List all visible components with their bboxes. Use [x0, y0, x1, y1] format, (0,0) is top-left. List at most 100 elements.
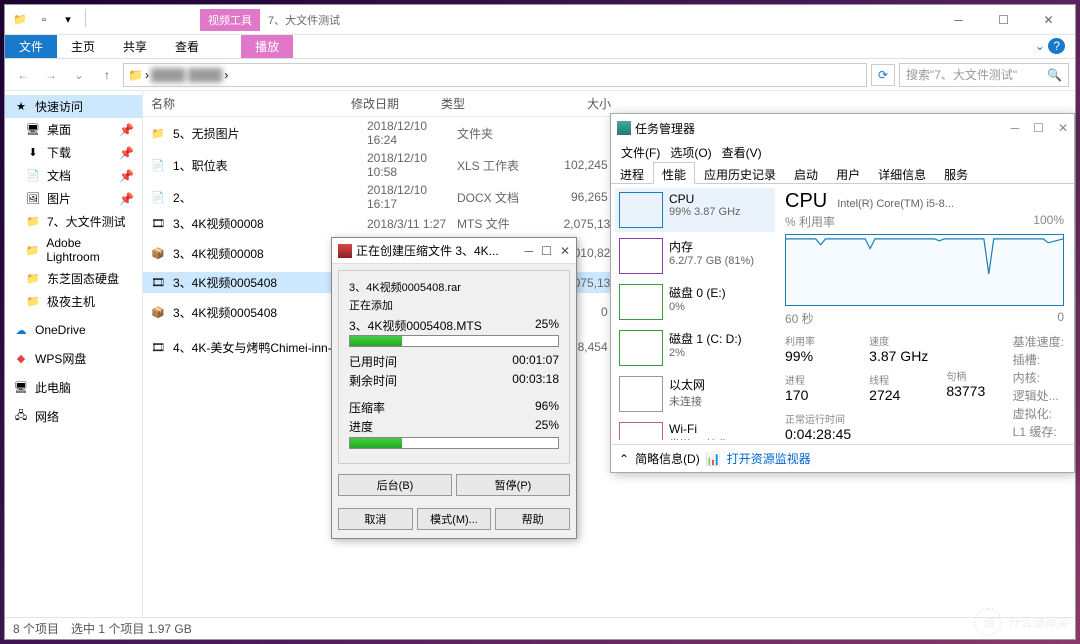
total-progress-bar: [349, 437, 559, 449]
sidebar-item[interactable]: 🖼图片📌: [5, 187, 142, 210]
col-name[interactable]: 名称: [151, 95, 351, 112]
sidebar-network[interactable]: 🖧网络: [5, 405, 142, 428]
background-button[interactable]: 后台(B): [338, 474, 452, 496]
sidebar-onedrive[interactable]: ☁OneDrive: [5, 319, 142, 341]
refresh-button[interactable]: ⟳: [871, 64, 895, 86]
sidebar-item[interactable]: ⬇下载📌: [5, 141, 142, 164]
menu-view[interactable]: 查看(V): [718, 142, 766, 162]
tab-processes[interactable]: 进程: [611, 162, 653, 183]
breadcrumb[interactable]: 📁 ›████ ████›: [123, 63, 867, 87]
ribbon: 文件 主页 共享 查看 播放 ⌄ ?: [5, 35, 1075, 59]
sidebar-wps[interactable]: ◆WPS网盘: [5, 347, 142, 370]
tab-file[interactable]: 文件: [5, 35, 57, 58]
col-type[interactable]: 类型: [441, 95, 531, 112]
tab-play[interactable]: 播放: [241, 35, 293, 58]
thread-count: 2724: [869, 387, 928, 403]
sidebar-item[interactable]: 📁Adobe Lightroom: [5, 233, 142, 267]
up-button[interactable]: ↑: [95, 63, 119, 87]
col-size[interactable]: 大小: [531, 95, 611, 112]
menu-file[interactable]: 文件(F): [617, 142, 664, 162]
sidebar-item[interactable]: 📁7、大文件测试: [5, 210, 142, 233]
mini-chart: [619, 422, 663, 440]
back-button[interactable]: ←: [11, 63, 35, 87]
sidebar-item[interactable]: 📁东芝固态硬盘: [5, 267, 142, 290]
uptime: 0:04:28:45: [785, 426, 851, 442]
cpu-chart: [785, 234, 1064, 306]
address-bar: ← → ⌄ ↑ 📁 ›████ ████› ⟳ 搜索"7、大文件测试" 🔍: [5, 59, 1075, 91]
status-bar: 8 个项目 选中 1 个项目 1.97 GB: [5, 617, 1075, 639]
brief-info-link[interactable]: 简略信息(D): [635, 450, 700, 467]
search-input[interactable]: 搜索"7、大文件测试" 🔍: [899, 63, 1069, 87]
handle-count: 83773: [946, 383, 985, 399]
maximize-button[interactable]: ☐: [1033, 121, 1044, 135]
item-count: 8 个项目: [13, 620, 59, 637]
window-title: 7、大文件测试: [268, 12, 340, 28]
tm-titlebar[interactable]: 任务管理器 ─ ☐ ✕: [611, 114, 1074, 142]
tab-share[interactable]: 共享: [109, 35, 161, 58]
tm-footer: ⌃ 简略信息(D) 📊 打开资源监视器: [611, 444, 1074, 472]
qat-btn[interactable]: ▫: [33, 9, 55, 31]
mini-chart: [619, 192, 663, 228]
dialog-titlebar[interactable]: 正在创建压缩文件 3、4K... ─ ☐ ✕: [332, 238, 576, 264]
mode-button[interactable]: 模式(M)...: [417, 508, 492, 530]
file-percent: 25%: [535, 317, 559, 334]
cpu-heading: CPU: [785, 190, 827, 213]
pause-button[interactable]: 暂停(P): [456, 474, 570, 496]
file-icon: 📁: [151, 127, 167, 140]
ribbon-context-tab[interactable]: 视频工具: [200, 9, 260, 31]
close-button[interactable]: ✕: [560, 244, 570, 258]
tab-details[interactable]: 详细信息: [869, 162, 935, 183]
winrar-dialog: 正在创建压缩文件 3、4K... ─ ☐ ✕ 3、4K视频0005408.rar…: [331, 237, 577, 539]
resource-card-eth[interactable]: 以太网未连接: [615, 372, 775, 416]
resource-card-wifi[interactable]: Wi-Fi发送: 0 接收: 0 Kbp: [615, 418, 775, 440]
file-icon: 🎞: [151, 341, 167, 354]
sidebar-thispc[interactable]: 🖥此电脑: [5, 376, 142, 399]
mini-chart: [619, 330, 663, 366]
resource-card-d1[interactable]: 磁盘 1 (C: D:)2%: [615, 326, 775, 370]
open-resource-monitor-link[interactable]: 打开资源监视器: [727, 450, 811, 467]
file-icon: 📄: [151, 191, 167, 204]
close-button[interactable]: ✕: [1026, 6, 1071, 34]
menu-options[interactable]: 选项(O): [666, 142, 715, 162]
chevron-up-icon[interactable]: ⌃: [619, 452, 629, 466]
resource-card-d0[interactable]: 磁盘 0 (E:)0%: [615, 280, 775, 324]
resource-card-cpu[interactable]: CPU99% 3.87 GHz: [615, 188, 775, 232]
close-button[interactable]: ✕: [1058, 121, 1068, 135]
file-icon: 🎞: [151, 217, 167, 230]
tm-detail-panel: CPU Intel(R) Core(TM) i5-8... % 利用率100% …: [779, 188, 1070, 440]
help-button[interactable]: 帮助: [495, 508, 570, 530]
cpu-spec-labels: 基准速度:插槽:内核:逻辑处...虚拟化:L1 缓存:L2 缓存:L3 缓存:: [1013, 333, 1064, 444]
task-manager-window: 任务管理器 ─ ☐ ✕ 文件(F) 选项(O) 查看(V) 进程 性能 应用历史…: [610, 113, 1075, 473]
expand-ribbon-icon[interactable]: ⌄ ?: [1025, 35, 1075, 58]
sidebar-item[interactable]: 📄文档📌: [5, 164, 142, 187]
qat-btn[interactable]: ▾: [57, 9, 79, 31]
cpu-speed: 3.87 GHz: [869, 348, 928, 364]
titlebar: 📁 ▫ ▾ 视频工具 7、大文件测试 ─ ☐ ✕: [5, 5, 1075, 35]
tab-users[interactable]: 用户: [827, 162, 869, 183]
tm-resource-list: CPU99% 3.87 GHz内存6.2/7.7 GB (81%)磁盘 0 (E…: [615, 188, 775, 440]
file-icon: 🎞: [151, 276, 167, 289]
recent-dropdown[interactable]: ⌄: [67, 63, 91, 87]
sidebar-item[interactable]: 📁极夜主机: [5, 290, 142, 313]
tab-view[interactable]: 查看: [161, 35, 213, 58]
tab-home[interactable]: 主页: [57, 35, 109, 58]
sidebar-quick-access[interactable]: ★快速访问: [5, 95, 142, 118]
tab-startup[interactable]: 启动: [785, 162, 827, 183]
resource-monitor-icon: 📊: [706, 452, 721, 466]
resource-card-mem[interactable]: 内存6.2/7.7 GB (81%): [615, 234, 775, 278]
mini-chart: [619, 284, 663, 320]
tab-services[interactable]: 服务: [935, 162, 977, 183]
minimize-button[interactable]: ─: [1011, 121, 1020, 135]
col-date[interactable]: 修改日期: [351, 95, 441, 112]
tab-apphistory[interactable]: 应用历史记录: [695, 162, 785, 183]
maximize-button[interactable]: ☐: [541, 244, 552, 258]
maximize-button[interactable]: ☐: [981, 6, 1026, 34]
forward-button[interactable]: →: [39, 63, 63, 87]
minimize-button[interactable]: ─: [936, 6, 981, 34]
minimize-button[interactable]: ─: [525, 244, 534, 258]
tab-performance[interactable]: 性能: [653, 162, 695, 184]
tm-tabs: 进程 性能 应用历史记录 启动 用户 详细信息 服务: [611, 162, 1074, 184]
sidebar-item[interactable]: 🖥桌面📌: [5, 118, 142, 141]
cancel-button[interactable]: 取消: [338, 508, 413, 530]
sidebar: ★快速访问 🖥桌面📌 ⬇下载📌 📄文档📌 🖼图片📌 📁7、大文件测试 📁Adob…: [5, 91, 143, 617]
